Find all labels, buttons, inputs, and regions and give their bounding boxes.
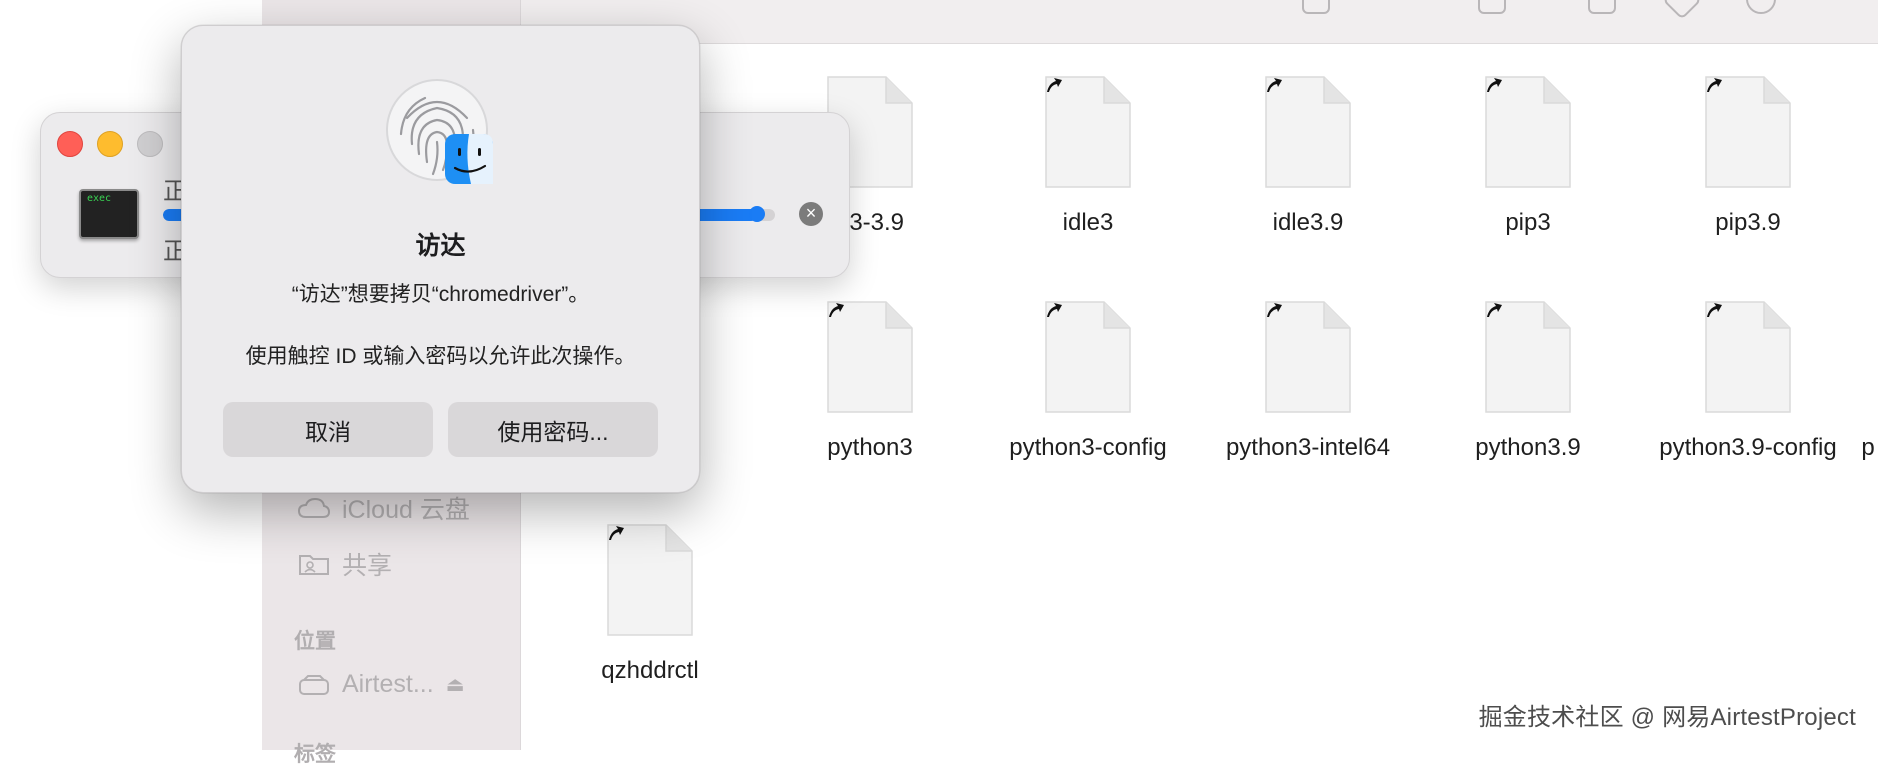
eject-icon[interactable]: ⏏ [446, 672, 465, 697]
document-icon [1044, 300, 1132, 414]
zoom-button[interactable] [137, 131, 163, 157]
alias-arrow-icon [1707, 78, 1722, 92]
document-icon [826, 300, 914, 414]
document-icon [606, 523, 694, 637]
sidebar-section-locations: 位置 [294, 630, 336, 653]
alias-arrow-icon [609, 526, 624, 540]
view-icon[interactable] [1302, 0, 1330, 14]
file-item[interactable]: python3-config [978, 300, 1198, 462]
file-name: pip3.9 [1715, 209, 1781, 236]
file-name: pip3 [1505, 209, 1551, 236]
alias-arrow-icon [1047, 303, 1062, 317]
file-item[interactable]: idle3 [978, 75, 1198, 237]
share-icon[interactable] [1588, 0, 1616, 14]
alias-arrow-icon [1707, 303, 1722, 317]
file-item[interactable]: python3.9 [1418, 300, 1638, 462]
file-item[interactable]: qzhddrctl [540, 523, 760, 685]
document-icon [1484, 75, 1572, 189]
alias-arrow-icon [1267, 78, 1282, 92]
touch-id-finder-icon [386, 79, 493, 184]
use-password-button[interactable]: 使用密码... [448, 402, 658, 457]
file-name: python3-intel64 [1225, 434, 1391, 461]
sidebar-item-shared[interactable]: 共享 [298, 546, 392, 582]
dialog-prompt: 使用触控 ID 或输入密码以允许此次操作。 [245, 345, 636, 368]
file-item[interactable]: pip3 [1418, 75, 1638, 237]
alias-arrow-icon [1487, 78, 1502, 92]
disk-icon [299, 674, 329, 695]
file-name: idle3 [1062, 209, 1114, 236]
stop-copy-button[interactable]: × [799, 202, 823, 226]
file-item[interactable]: python3 [760, 300, 980, 462]
alias-arrow-icon [1267, 303, 1282, 317]
file-item[interactable]: python3-intel64 [1198, 300, 1418, 462]
document-icon [1264, 300, 1352, 414]
dialog-message: “访达”想要拷贝“chromedriver”。 [291, 283, 590, 306]
file-item[interactable]: pip3.9 [1638, 75, 1858, 237]
document-icon [1704, 75, 1792, 189]
file-name: python3.9 [1475, 434, 1581, 461]
file-name: python3-config [1009, 434, 1167, 461]
auth-dialog: 访达 “访达”想要拷贝“chromedriver”。 使用触控 ID 或输入密码… [181, 25, 700, 493]
more-icon[interactable] [1746, 0, 1776, 14]
cancel-button[interactable]: 取消 [223, 402, 433, 457]
sidebar-item-label: Airtest... [342, 670, 434, 698]
file-name: p [1861, 434, 1875, 461]
sidebar-section-tags: 标签 [294, 743, 336, 766]
progress-indicator [748, 206, 765, 222]
document-icon [1264, 75, 1352, 189]
shared-folder-icon [299, 555, 329, 575]
file-name: qzhddrctl [601, 657, 699, 684]
file-item[interactable]: idle3.9 [1198, 75, 1418, 237]
dialog-title: 访达 [415, 232, 466, 260]
document-icon [1044, 75, 1132, 189]
document-icon [1484, 300, 1572, 414]
watermark: 掘金技术社区 @ 网易AirtestProject [1478, 704, 1856, 731]
sidebar-item-disk[interactable]: Airtest... ⏏ [298, 670, 465, 699]
sidebar-item-label: iCloud 云盘 [342, 496, 470, 524]
sidebar-item-label: 共享 [342, 552, 393, 580]
exec-file-icon: exec [79, 189, 139, 239]
file-name: python3 [827, 434, 913, 461]
group-icon[interactable] [1478, 0, 1506, 14]
alias-arrow-icon [1047, 78, 1062, 92]
file-name: idle3.9 [1272, 209, 1344, 236]
tag-icon[interactable] [1662, 0, 1702, 20]
minimize-button[interactable] [97, 131, 123, 157]
alias-arrow-icon [829, 303, 844, 317]
exec-label: exec [87, 193, 112, 204]
sidebar-item-icloud[interactable]: iCloud 云盘 [298, 490, 470, 526]
file-item[interactable]: p [1758, 300, 1878, 462]
cloud-icon [298, 497, 330, 518]
close-button[interactable] [57, 131, 83, 157]
alias-arrow-icon [1487, 303, 1502, 317]
